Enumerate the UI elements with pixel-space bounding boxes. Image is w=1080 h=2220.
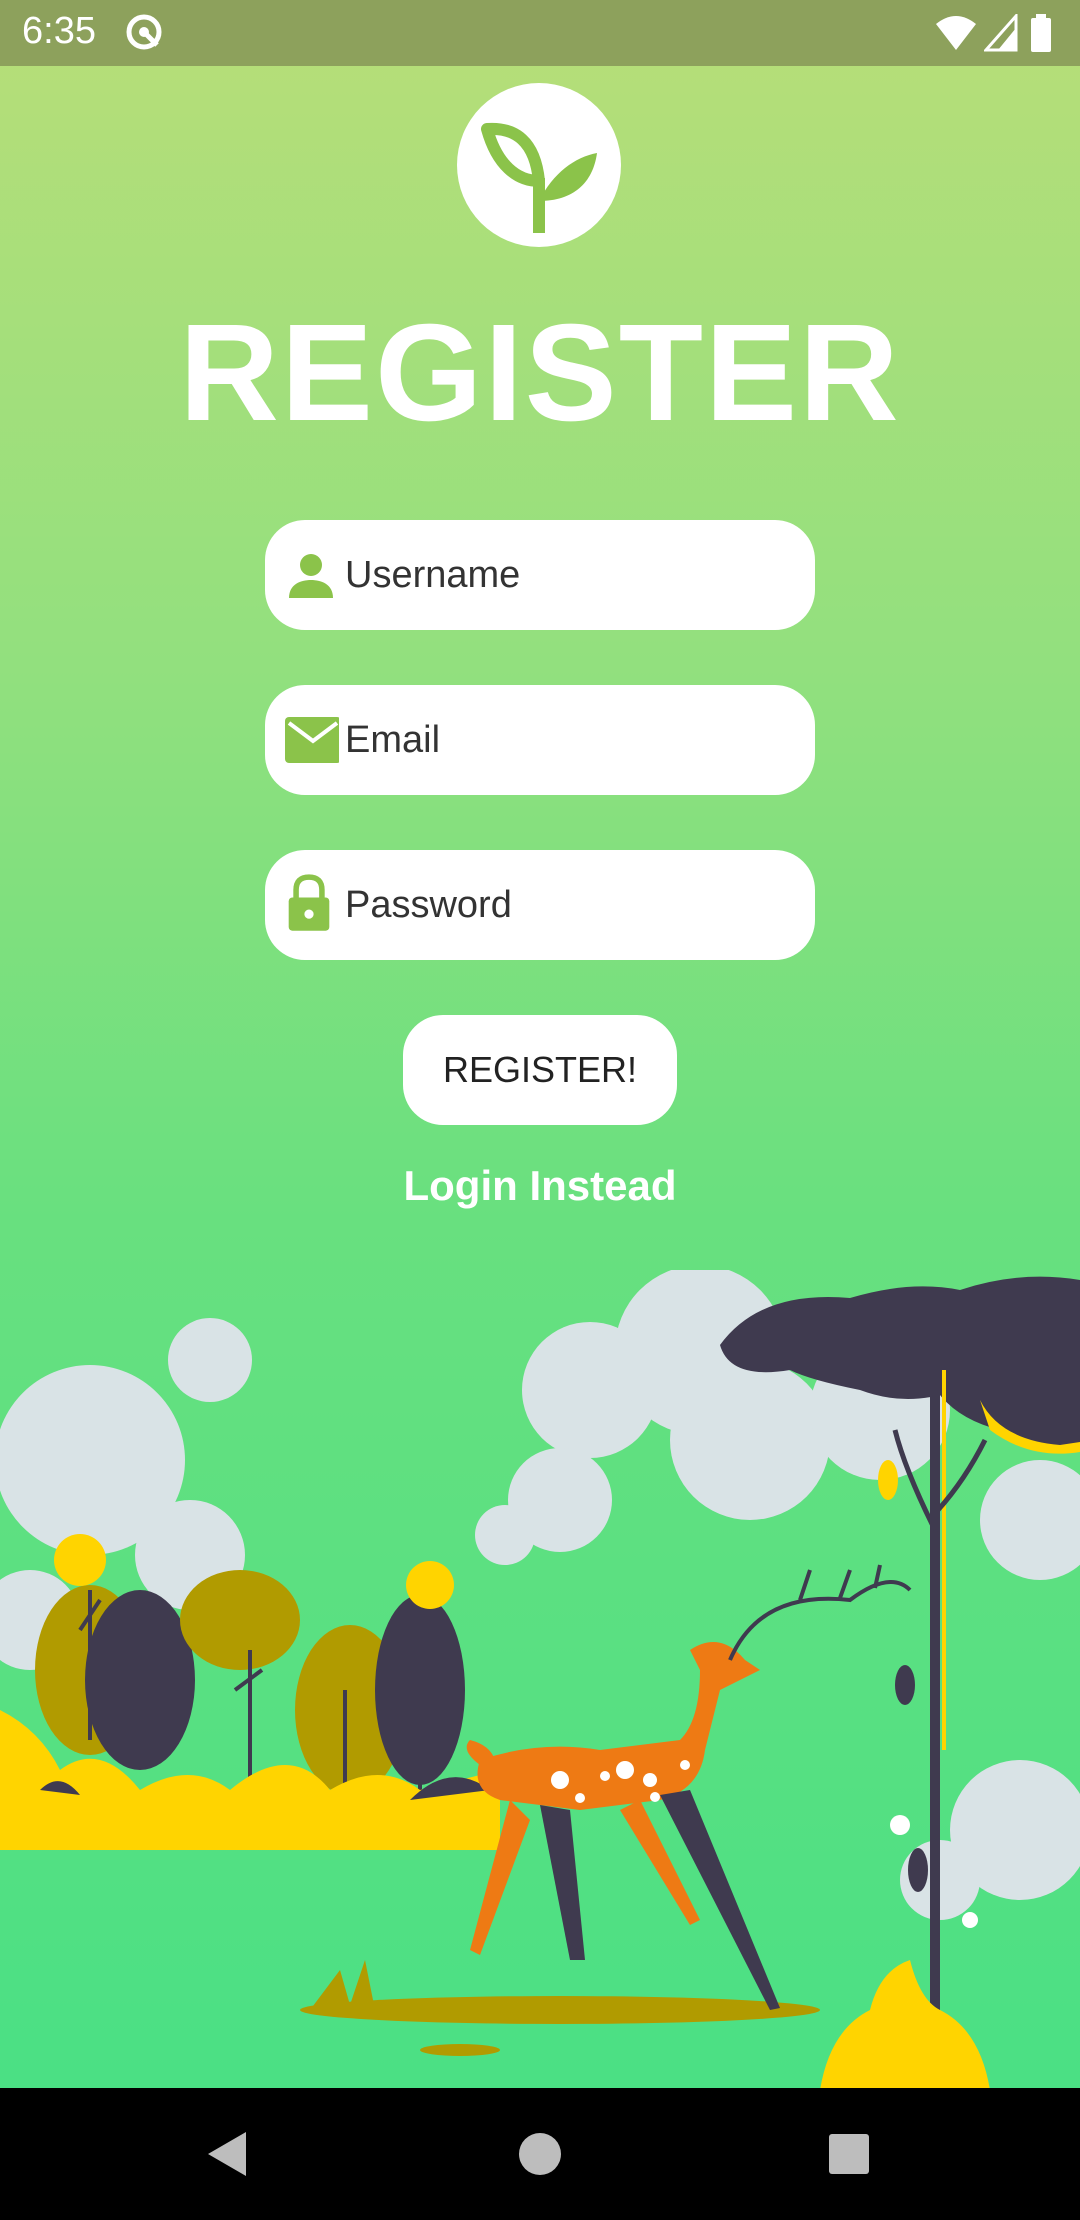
page-title: REGISTER [179, 296, 901, 450]
username-field[interactable]: Username [265, 520, 815, 630]
email-field[interactable]: Email [265, 685, 815, 795]
recents-icon[interactable] [0, 2088, 1080, 2220]
lock-icon [288, 874, 330, 931]
password-placeholder: Password [345, 884, 512, 926]
deer-figure [466, 1564, 912, 2010]
password-field[interactable]: Password [265, 850, 815, 960]
back-icon[interactable] [0, 2088, 1080, 2220]
signal-icon [984, 14, 1018, 52]
status-bar: 6:35 [0, 0, 1080, 66]
vpn-key-icon [126, 14, 162, 50]
status-time: 6:35 [22, 10, 96, 52]
register-button[interactable]: REGISTER! [403, 1015, 677, 1125]
login-instead-link[interactable]: Login Instead [0, 1162, 1080, 1210]
leaf-sprout-icon [481, 122, 597, 233]
username-placeholder: Username [345, 554, 521, 596]
email-placeholder: Email [345, 719, 441, 761]
home-icon[interactable] [0, 2088, 1080, 2220]
system-nav-bar [0, 2088, 1080, 2220]
forest-deer-illustration [0, 1270, 1080, 2090]
app-logo [457, 83, 621, 247]
wifi-icon [936, 16, 976, 50]
mail-icon [285, 717, 339, 763]
person-icon [289, 554, 333, 598]
battery-icon [1031, 14, 1051, 52]
